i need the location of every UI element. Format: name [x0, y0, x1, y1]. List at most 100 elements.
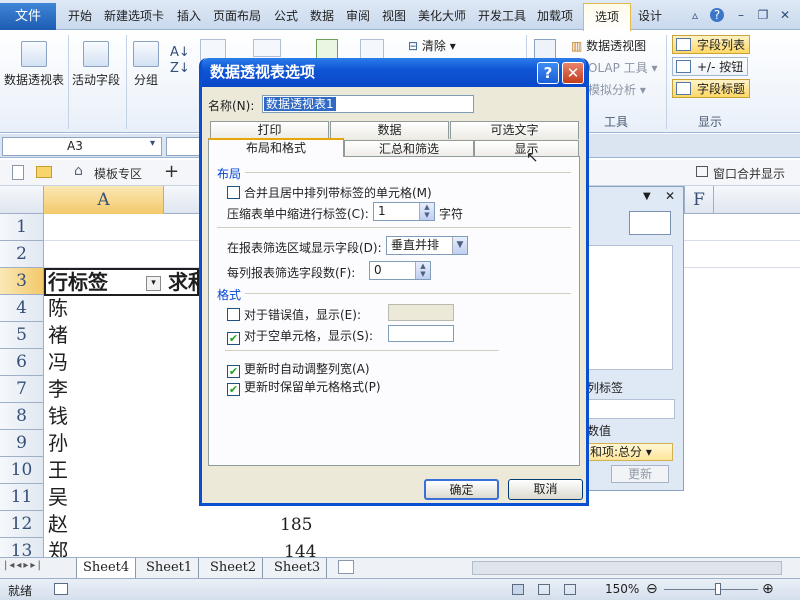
sheet-tab-sheet4[interactable]: Sheet4	[76, 558, 137, 578]
close-icon[interactable]: ✕	[562, 62, 584, 84]
cell-a3-row-labels[interactable]: 行标签	[48, 269, 108, 296]
autofit-checkbox[interactable]: ✔ 更新时自动调整列宽(A)	[227, 360, 370, 378]
row-header[interactable]: 7	[0, 376, 44, 403]
tab-print[interactable]: 打印	[210, 121, 329, 139]
tab-addins[interactable]: 加载项	[537, 7, 573, 24]
normal-view-icon[interactable]	[512, 584, 524, 595]
zoom-in-icon[interactable]: ⊕	[762, 581, 774, 597]
clear-button[interactable]: ⊟ 清除 ▾	[408, 37, 456, 54]
row-header[interactable]: 8	[0, 403, 44, 430]
plus-minus-button[interactable]: +/- 按钮	[672, 57, 749, 76]
column-header-f[interactable]: F	[684, 186, 714, 214]
error-value-checkbox[interactable]: 对于错误值，显示(E):	[227, 306, 361, 323]
row-label-filter-icon[interactable]: ▾	[146, 276, 161, 291]
tab-design[interactable]: 设计	[638, 7, 662, 24]
tab-home[interactable]: 开始	[68, 7, 92, 24]
column-labels-box[interactable]	[587, 399, 675, 419]
slicer-icon[interactable]	[253, 39, 281, 57]
name-box-dropdown-icon[interactable]: ▾	[150, 138, 155, 149]
sheet-tab-sheet1[interactable]: Sheet1	[140, 558, 200, 578]
ok-button[interactable]: 确定	[424, 479, 499, 500]
help-icon[interactable]: ?	[537, 62, 559, 84]
refresh-button[interactable]: 更新	[611, 465, 669, 483]
cell-a[interactable]: 陈	[48, 295, 68, 322]
chevron-down-icon[interactable]: ▼	[452, 237, 467, 254]
help-icon[interactable]: ?	[710, 8, 724, 22]
cell-a[interactable]: 冯	[48, 349, 68, 376]
page-layout-view-icon[interactable]	[538, 584, 550, 595]
spinner-arrows-icon[interactable]: ▲ ▼	[419, 203, 434, 220]
tab-layout-format[interactable]: 布局和格式	[208, 138, 344, 157]
sheet-tab-sheet3[interactable]: Sheet3	[268, 558, 328, 578]
what-if-button[interactable]: 模拟分析 ▾	[588, 81, 646, 98]
empty-cell-checkbox[interactable]: ✔ 对于空单元格，显示(S):	[227, 327, 373, 345]
sum-item-chip[interactable]: 和项:总分 ▾	[587, 443, 673, 461]
folder-icon[interactable]	[36, 166, 52, 178]
tab-data[interactable]: 数据	[330, 121, 449, 139]
pane-close-icon[interactable]: ✕	[665, 189, 675, 203]
macro-record-icon[interactable]	[54, 583, 68, 595]
row-header[interactable]: 4	[0, 295, 44, 322]
tab-data[interactable]: 数据	[310, 7, 334, 24]
horizontal-scrollbar[interactable]	[472, 561, 782, 575]
group-button[interactable]: 分组	[133, 41, 159, 88]
indent-spinner[interactable]: 1 ▲ ▼	[373, 202, 435, 221]
window-merge-button[interactable]: 窗口合并显示	[713, 165, 785, 182]
row-header[interactable]: 5	[0, 322, 44, 349]
row-header[interactable]: 10	[0, 457, 44, 484]
pivot-chart-button[interactable]: ▥ 数据透视图	[571, 37, 646, 54]
active-field-button[interactable]: 活动字段	[72, 41, 120, 88]
cell-a[interactable]: 郑	[48, 538, 68, 557]
row-header[interactable]: 12	[0, 511, 44, 538]
refresh-icon[interactable]	[316, 39, 338, 59]
field-list-button[interactable]: 字段列表	[672, 35, 751, 54]
filter-count-spinner[interactable]: 0 ▲ ▼	[369, 261, 431, 280]
add-tab-icon[interactable]: +	[164, 161, 179, 182]
select-all-corner[interactable]	[0, 186, 44, 214]
template-zone-tab[interactable]: 模板专区	[94, 165, 142, 182]
minimize-ribbon-icon[interactable]: ▵	[688, 8, 702, 22]
pivot-name-field[interactable]: 数据透视表1	[262, 95, 474, 113]
pane-dropdown-icon[interactable]: ▼	[643, 191, 651, 202]
spinner-arrows-icon[interactable]: ▲ ▼	[415, 262, 430, 279]
tab-review[interactable]: 审阅	[346, 7, 370, 24]
cell-a[interactable]: 李	[48, 376, 68, 403]
sheet-tab-sheet2[interactable]: Sheet2	[204, 558, 264, 578]
tab-insert[interactable]: 插入	[177, 7, 201, 24]
row-header[interactable]: 1	[0, 214, 44, 241]
tab-beautify[interactable]: 美化大师	[418, 7, 466, 24]
window-close-icon[interactable]: ✕	[778, 8, 792, 22]
preserve-format-checkbox[interactable]: ✔ 更新时保留单元格格式(P)	[227, 378, 381, 396]
tab-options[interactable]: 选项	[583, 3, 631, 31]
pane-layout-button[interactable]	[629, 211, 671, 235]
insert-sheet-icon[interactable]	[338, 560, 354, 574]
pivot-table-button[interactable]: 数据透视表	[4, 41, 64, 88]
merge-center-checkbox[interactable]: 合并且居中排列带标签的单元格(M)	[227, 184, 432, 201]
new-file-icon[interactable]	[12, 165, 24, 180]
row-header[interactable]: 11	[0, 484, 44, 511]
cell-a[interactable]: 王	[48, 457, 68, 484]
field-list-box[interactable]	[585, 245, 673, 370]
tab-new[interactable]: 新建选项卡	[104, 7, 164, 24]
row-header[interactable]: 13	[0, 538, 44, 557]
cell-a[interactable]: 赵	[48, 511, 68, 538]
row-header[interactable]: 3	[0, 268, 44, 295]
olap-tools-button[interactable]: OLAP 工具 ▾	[588, 59, 658, 76]
window-minimize-icon[interactable]: –	[734, 8, 748, 22]
window-restore-icon[interactable]: ❐	[756, 8, 770, 22]
cell-a[interactable]: 吴	[48, 484, 68, 511]
tab-file[interactable]: 文件	[0, 3, 56, 30]
zoom-level[interactable]: 150%	[605, 582, 639, 596]
cell-value[interactable]: 144	[284, 539, 316, 557]
cell-a[interactable]: 钱	[48, 403, 68, 430]
cell-value[interactable]: 185	[280, 512, 312, 539]
error-value-field[interactable]	[388, 304, 454, 321]
zoom-out-icon[interactable]: ⊖	[646, 581, 658, 597]
row-header[interactable]: 9	[0, 430, 44, 457]
zoom-slider-thumb[interactable]	[715, 583, 721, 595]
empty-cell-field[interactable]	[388, 325, 454, 342]
sheet-nav-icon[interactable]: |◂◂▸▸|	[4, 560, 43, 571]
sort-az-icon[interactable]: A↓ Z↓	[170, 45, 190, 77]
cancel-button[interactable]: 取消	[508, 479, 583, 500]
filter-area-select[interactable]: 垂直并排 ▼	[386, 236, 468, 255]
